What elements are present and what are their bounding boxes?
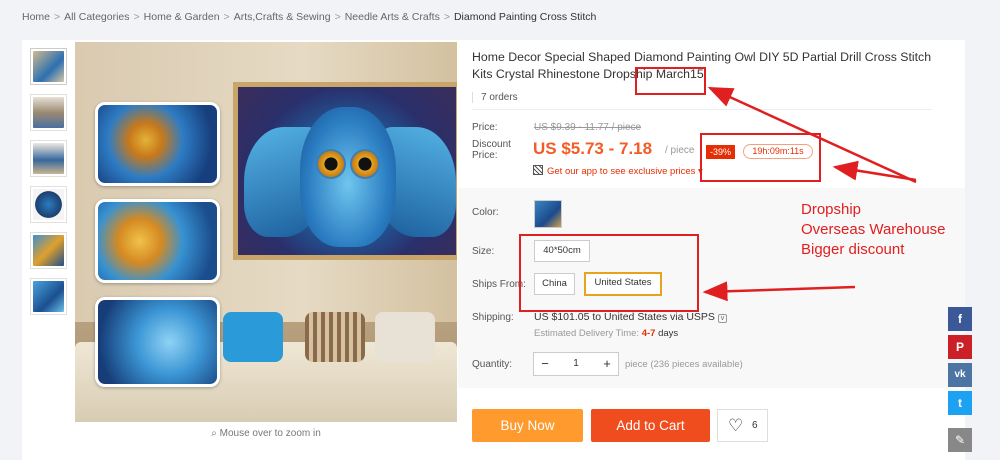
owl-painting [233, 82, 457, 260]
shipping-label: Shipping: [472, 312, 514, 323]
zoom-hint: ⌕ Mouse over to zoom in [75, 428, 457, 439]
owl-right-eye [350, 149, 380, 179]
thumbnail-1[interactable] [30, 48, 67, 85]
annotation-line-dropship: Dropship [801, 201, 862, 218]
quantity-stepper: − 1 + [533, 352, 619, 376]
annotation-line-warehouse: Overseas Warehouse [801, 221, 946, 238]
thumbnail-5[interactable] [30, 232, 67, 269]
color-swatch[interactable] [534, 200, 562, 228]
breadcrumb-arts-crafts[interactable]: Arts,Crafts & Sewing [234, 11, 331, 23]
magnifier-icon: ⌕ [211, 428, 217, 439]
add-to-cart-button[interactable]: Add to Cart [591, 409, 710, 442]
facebook-share-icon[interactable]: f [948, 307, 972, 331]
annotation-text: Dropship Overseas Warehouse Bigger disco… [801, 200, 946, 260]
original-price: US $9.39 - 11.77 / piece [534, 122, 642, 133]
breadcrumb-home[interactable]: Home [22, 11, 50, 23]
delivery-unit: days [658, 328, 679, 339]
breadcrumb-home-garden[interactable]: Home & Garden [144, 11, 220, 23]
price-label: Price: [472, 122, 498, 133]
orders-count[interactable]: 7 orders [472, 92, 518, 103]
owl-left-eye [316, 149, 346, 179]
annotation-box-options [519, 234, 699, 312]
wishlist-count: 6 [752, 420, 758, 431]
thumbnail-3[interactable] [30, 140, 67, 177]
chevron-down-icon[interactable]: v [717, 314, 727, 323]
quantity-plus-button[interactable]: + [596, 353, 618, 375]
vk-share-icon[interactable]: vk [948, 363, 972, 387]
breadcrumb-all-categories[interactable]: All Categories [64, 11, 129, 23]
size-label: Size: [472, 246, 495, 257]
thumbnail-6[interactable] [30, 278, 67, 315]
thumbnail-list [30, 48, 70, 324]
main-product-image[interactable] [75, 42, 457, 422]
breadcrumb-separator: > [223, 11, 230, 23]
buy-now-button[interactable]: Buy Now [472, 409, 583, 442]
detail-panel-2 [95, 199, 220, 283]
breadcrumb-current: Diamond Painting Cross Stitch [453, 11, 597, 23]
quantity-minus-button[interactable]: − [534, 353, 556, 375]
heart-icon: ♡ [728, 416, 744, 435]
breadcrumb-separator: > [443, 11, 450, 23]
pillow-blue [223, 312, 283, 362]
thumbnail-4[interactable] [30, 186, 67, 223]
shipping-method[interactable]: US $101.05 to United States via USPS v [534, 311, 727, 323]
thumbnail-2[interactable] [30, 94, 67, 131]
shipping-value: US $101.05 to United States via USPS [534, 311, 715, 323]
app-promo-text: Get our app to see exclusive prices [547, 166, 696, 177]
breadcrumb: Home > All Categories > Home & Garden > Arts,C… [22, 11, 596, 23]
wishlist-button[interactable]: ♡ 6 [717, 409, 768, 442]
ships-from-label: Ships From: [472, 279, 526, 290]
qr-code-icon [533, 165, 543, 175]
pillow-striped [305, 312, 365, 362]
quantity-label: Quantity: [472, 359, 513, 370]
discount-label-line2: Price: [472, 150, 498, 161]
edit-icon[interactable]: ✎ [948, 428, 972, 452]
twitter-share-icon[interactable]: t [948, 391, 972, 415]
breadcrumb-separator: > [334, 11, 341, 23]
zoom-hint-text: Mouse over to zoom in [219, 428, 321, 439]
price-unit: / piece [665, 145, 695, 156]
app-promo-link[interactable]: Get our app to see exclusive prices ▾ [533, 165, 703, 177]
annotation-box-dropship [635, 67, 706, 95]
color-label: Color: [472, 207, 499, 218]
delivery-prefix: Estimated Delivery Time: [534, 328, 640, 339]
owl-body [300, 107, 396, 247]
discount-price: US $5.73 - 7.18 [533, 139, 653, 158]
quantity-available: piece (236 pieces available) [625, 359, 743, 370]
pinterest-share-icon[interactable]: P [948, 335, 972, 359]
breadcrumb-separator: > [133, 11, 140, 23]
pillow-white [375, 312, 435, 362]
discount-label-line1: Discount [472, 139, 511, 150]
annotation-line-discount: Bigger discount [801, 241, 905, 258]
detail-panel-1 [95, 102, 220, 186]
annotation-box-price [700, 133, 821, 182]
breadcrumb-separator: > [54, 11, 61, 23]
breadcrumb-needle-arts[interactable]: Needle Arts & Crafts [345, 11, 440, 23]
detail-panel-3 [95, 297, 220, 387]
quantity-input[interactable]: 1 [556, 353, 596, 375]
delivery-days: 4-7 [641, 328, 656, 339]
delivery-time: Estimated Delivery Time: 4-7 days [534, 328, 678, 339]
